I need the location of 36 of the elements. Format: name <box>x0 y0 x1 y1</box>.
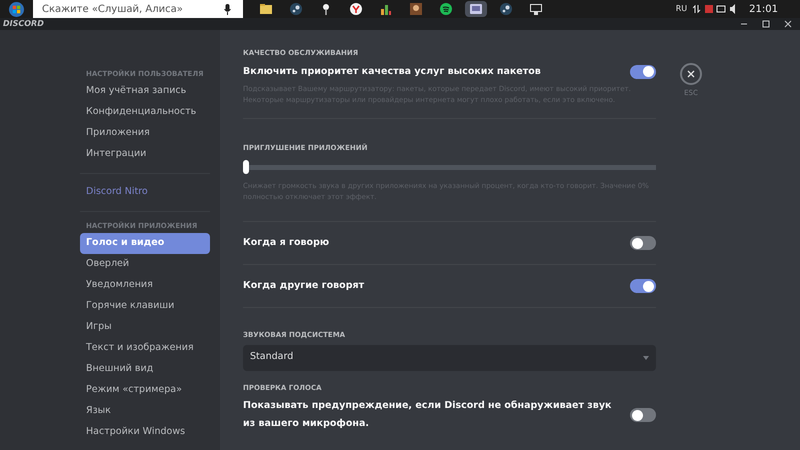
sidebar-item[interactable]: Игры <box>80 317 210 338</box>
app-logo: DISCORD <box>3 20 44 28</box>
toggle-switch[interactable] <box>630 279 656 293</box>
sidebar-item[interactable]: Внешний вид <box>80 359 210 380</box>
sidebar-item[interactable]: Приложения <box>80 123 210 144</box>
slider-handle[interactable] <box>243 160 249 174</box>
select-field[interactable]: Standard <box>243 344 656 370</box>
sidebar-item[interactable]: Язык <box>80 401 210 422</box>
language-indicator[interactable]: RU <box>676 3 688 15</box>
setting-label: Когда я говорю <box>243 236 330 250</box>
windows-logo-icon[interactable] <box>9 2 24 16</box>
toggle-switch[interactable] <box>630 408 656 422</box>
taskbar-app-icon[interactable] <box>465 1 487 17</box>
sidebar-item[interactable]: Настройки Windows <box>80 422 210 443</box>
sidebar-item[interactable]: Горячие клавиши <box>80 296 210 317</box>
caret-icon <box>643 356 649 360</box>
search-field[interactable]: Скажите «Слушай, Алиса» <box>33 0 243 18</box>
close-icon <box>687 70 695 78</box>
close-icon[interactable] <box>784 20 792 28</box>
sidebar-item[interactable]: Конфиденциальность <box>80 102 210 123</box>
setting-label: Показывать предупреждение, если Discord не обнаруживает звук из вашего микрофона. <box>243 399 612 431</box>
sidebar-item[interactable]: Уведомления <box>80 275 210 296</box>
toggle-switch[interactable] <box>630 236 656 250</box>
sidebar-item[interactable]: Режим «стримера» <box>80 380 210 401</box>
sidebar-item[interactable]: Моя учётная запись <box>80 81 210 102</box>
setting-label: Когда другие говорят <box>243 279 364 293</box>
sidebar-item[interactable]: Интеграции <box>80 144 210 165</box>
clock: 21:01 <box>749 2 778 16</box>
sidebar-item[interactable]: Оверлей <box>80 254 210 275</box>
microphone-icon[interactable] <box>224 4 231 14</box>
sidebar-item[interactable]: Текст и изображения <box>80 338 210 359</box>
sidebar-item[interactable]: Discord Nitro <box>80 182 210 203</box>
close-button[interactable] <box>680 63 702 85</box>
maximize-icon[interactable] <box>762 20 770 28</box>
toggle-switch[interactable] <box>630 64 656 78</box>
setting-label: Включить приоритет качества услуг высоких пакетов <box>243 64 541 78</box>
